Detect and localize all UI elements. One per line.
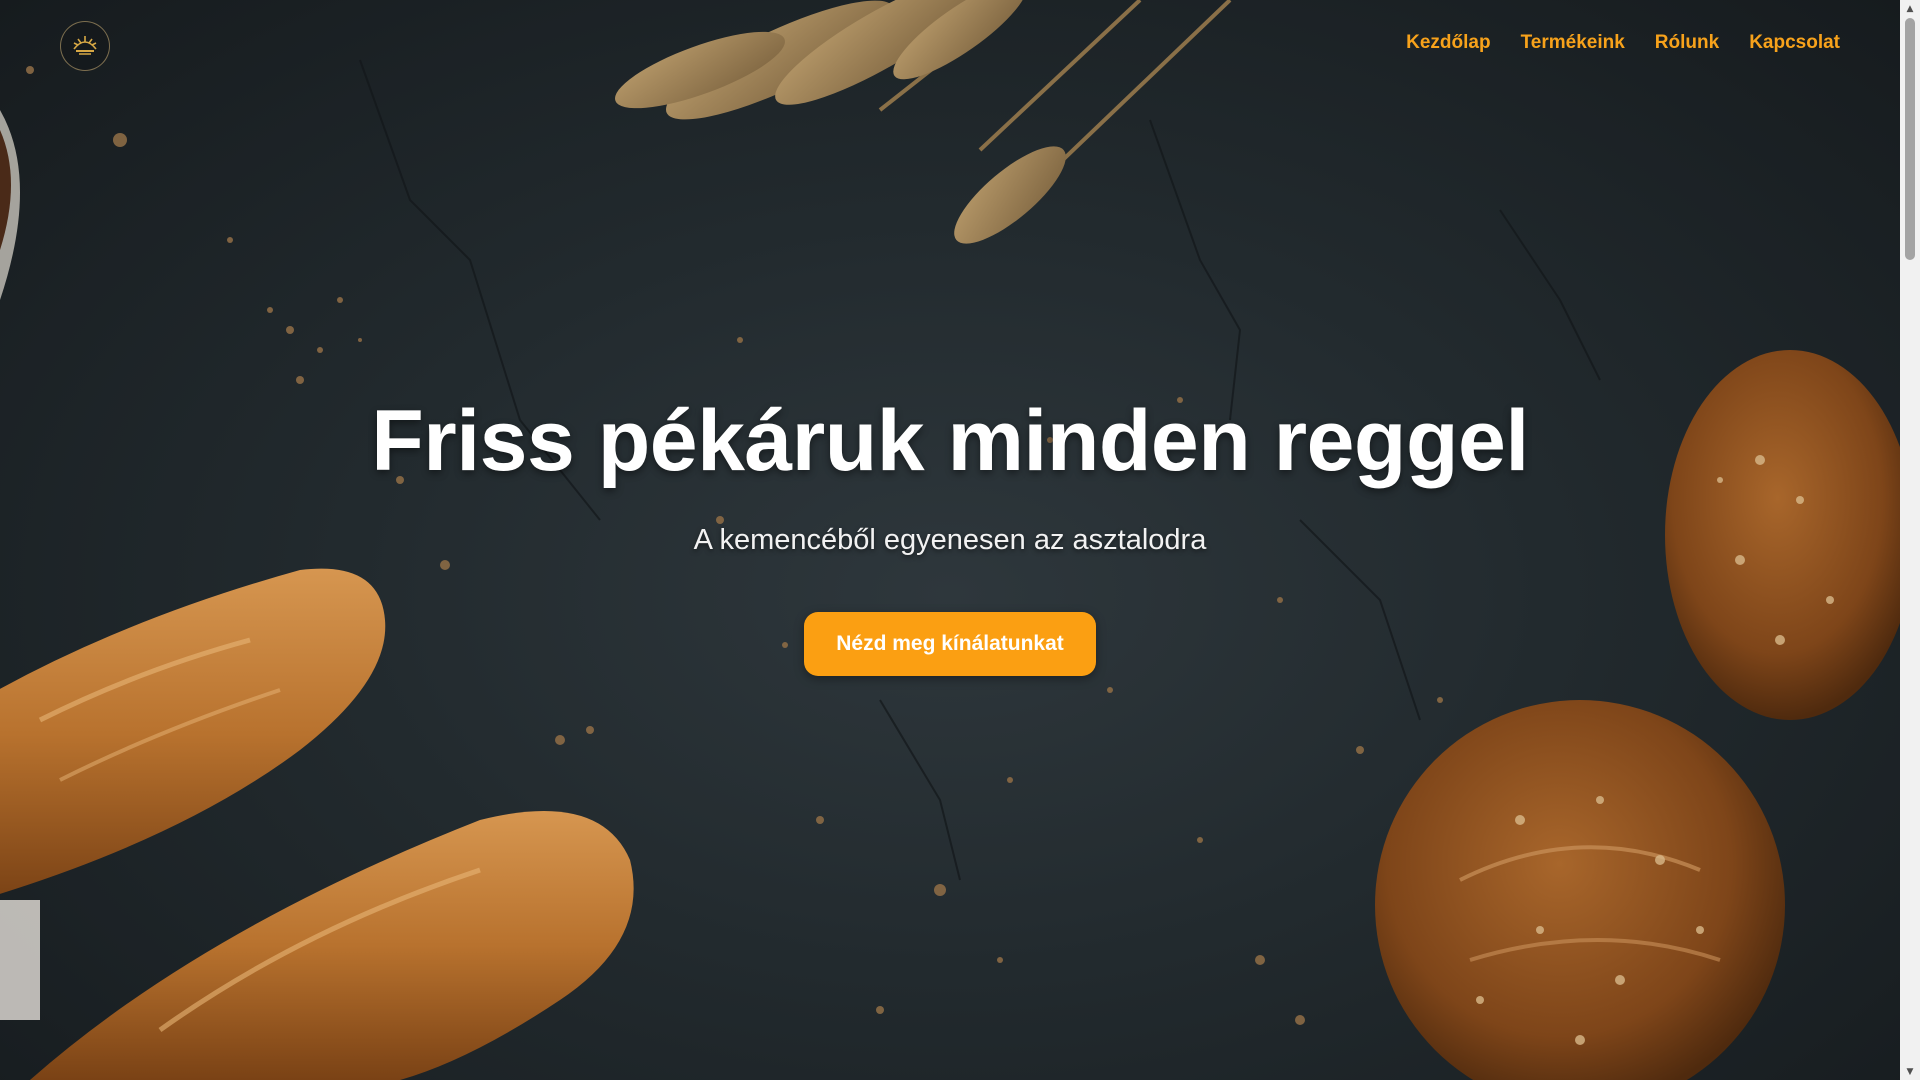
baguette-lower xyxy=(30,811,634,1080)
nav-item-home[interactable]: Kezdőlap xyxy=(1406,32,1490,54)
scroll-down-arrow-icon[interactable]: ▼ xyxy=(1900,1063,1920,1080)
nav-item-contact[interactable]: Kapcsolat xyxy=(1749,32,1840,54)
page-scrollbar[interactable]: ▲ ▼ xyxy=(1900,0,1920,1080)
wheat-sun-logo-icon xyxy=(73,36,97,55)
baguette-paper xyxy=(0,900,40,1020)
nav-item-about[interactable]: Rólunk xyxy=(1655,32,1719,54)
hero-subtitle: A kemencéből egyenesen az asztalodra xyxy=(693,524,1207,556)
wheat-stalks xyxy=(615,0,1232,244)
nav-item-products[interactable]: Termékeink xyxy=(1521,32,1625,54)
logo[interactable] xyxy=(60,21,110,71)
baguette-upper xyxy=(0,568,386,894)
view-offer-button[interactable]: Nézd meg kínálatunkat xyxy=(804,612,1096,676)
page: Kezdőlap Termékeink Rólunk Kapcsolat Fri… xyxy=(0,0,1920,1080)
scroll-thumb[interactable] xyxy=(1905,18,1915,260)
scroll-up-arrow-icon[interactable]: ▲ xyxy=(1900,0,1920,17)
hero-title: Friss pékáruk minden reggel xyxy=(371,393,1529,489)
main-nav: Kezdőlap Termékeink Rólunk Kapcsolat xyxy=(1406,32,1840,54)
seeded-roll-lower xyxy=(1375,700,1785,1080)
